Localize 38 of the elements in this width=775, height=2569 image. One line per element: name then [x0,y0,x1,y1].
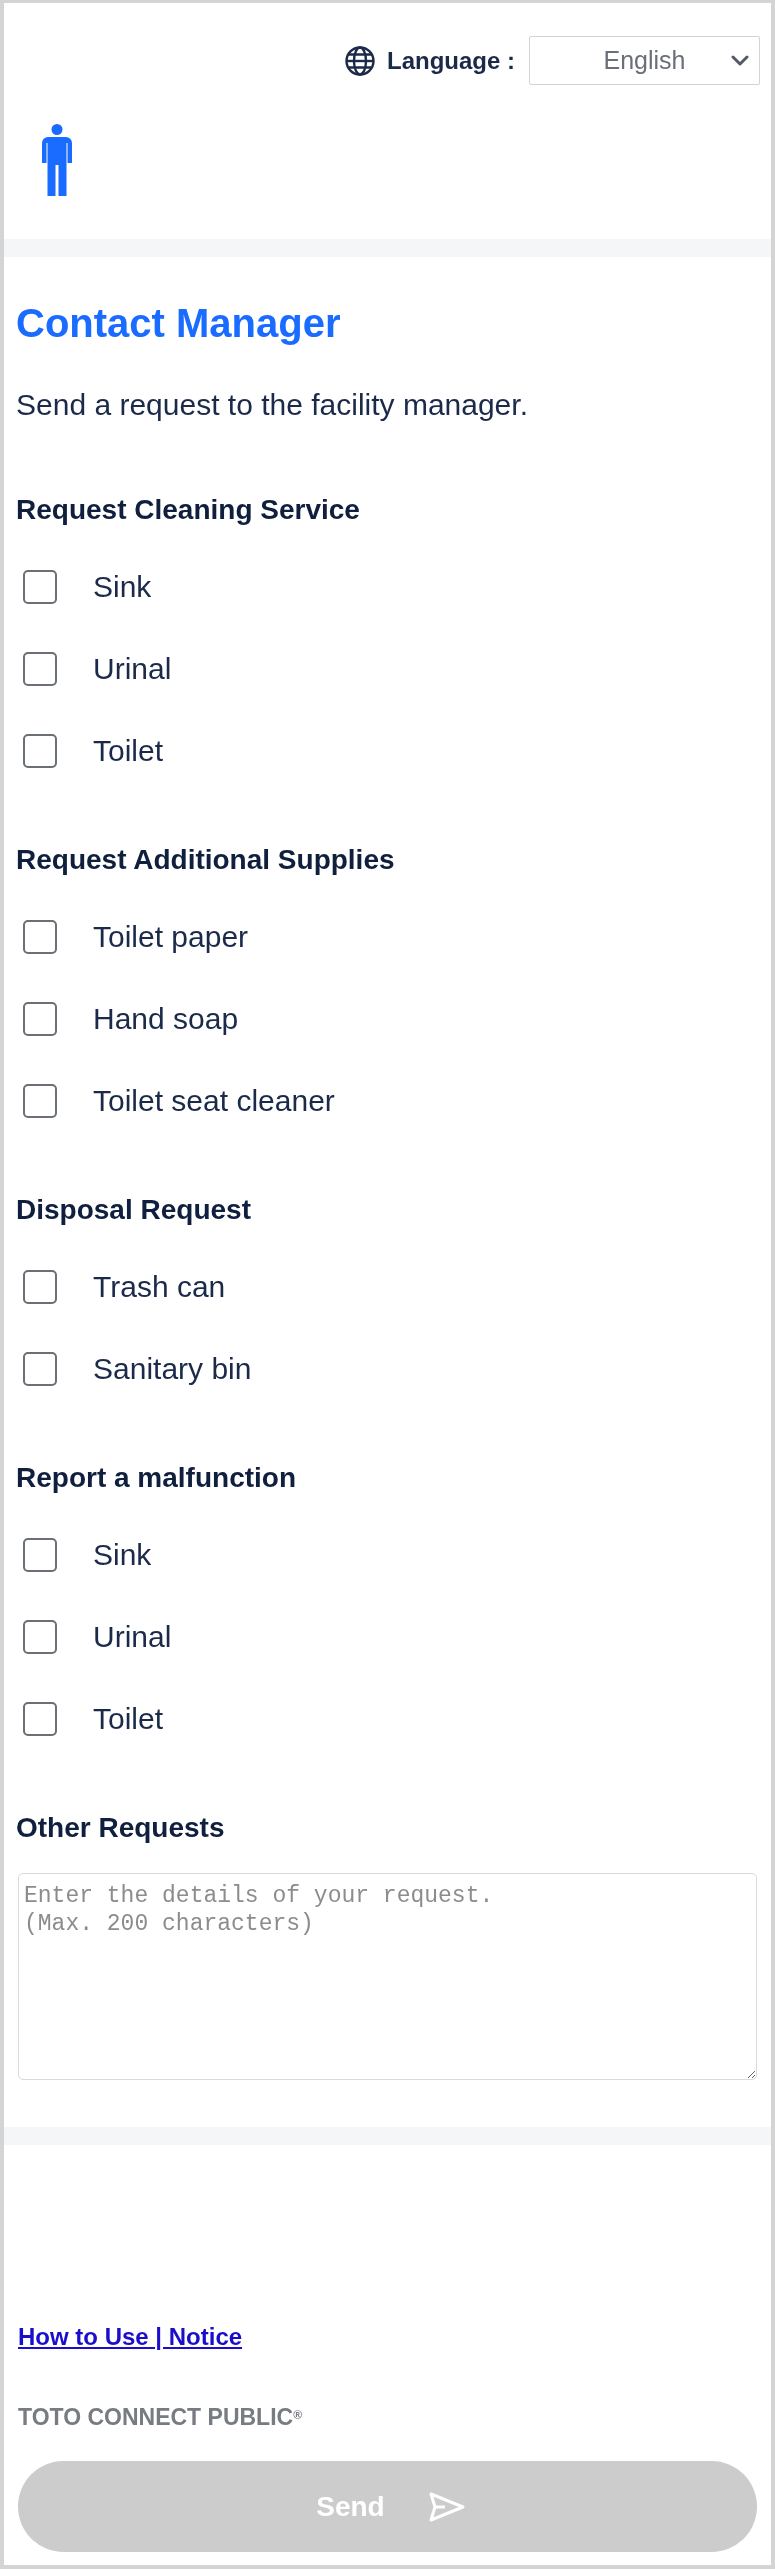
checkbox[interactable] [23,734,57,768]
checkbox[interactable] [23,1084,57,1118]
section-heading: Request Cleaning Service [16,493,360,527]
checkbox-label[interactable]: Urinal [93,651,172,687]
section-heading: Disposal Request [16,1193,251,1227]
globe-icon [345,45,375,76]
request-textarea[interactable]: Enter the details of your request. (Max. 200 characters) [18,1873,757,2080]
section-heading: Other Requests [16,1811,225,1845]
checkbox[interactable] [23,1270,57,1304]
checkbox[interactable] [23,1538,57,1572]
language-label: Language : [387,45,515,76]
checkbox[interactable] [23,570,57,604]
section-heading: Request Additional Supplies [16,843,395,877]
page-title: Contact Manager [16,300,341,347]
brand-name: TOTO CONNECT PUBLIC$^{®}$ [18,2404,302,2430]
checkbox[interactable] [23,1002,57,1036]
checkbox[interactable] [23,1352,57,1386]
send-icon [428,2491,465,2522]
checkbox[interactable] [23,1620,57,1654]
checkbox-label[interactable]: Toilet paper [93,919,249,955]
checkbox-label[interactable]: Urinal [93,1619,172,1655]
checkbox-label[interactable]: Toilet [93,733,164,769]
checkbox-label[interactable]: Trash can [93,1269,226,1305]
checkbox[interactable] [23,1702,57,1736]
checkbox-label[interactable]: Toilet seat cleaner [93,1083,335,1119]
page-description: Send a request to the facility manager. [16,387,528,423]
section-heading: Report a malfunction [16,1461,296,1495]
checkbox[interactable] [23,920,57,954]
language-select[interactable]: English [529,36,760,85]
how-to-use-notice-link[interactable]: How to Use | Notice [18,2323,243,2350]
checkbox-label[interactable]: Hand soap [93,1001,239,1037]
person-icon [42,124,72,196]
checkbox-label[interactable]: Sanitary bin [93,1351,252,1387]
checkbox[interactable] [23,652,57,686]
checkbox-label[interactable]: Sink [93,569,152,605]
checkbox-label[interactable]: Sink [93,1537,152,1573]
checkbox-label[interactable]: Toilet [93,1701,164,1737]
chevron-down-icon [731,55,749,67]
